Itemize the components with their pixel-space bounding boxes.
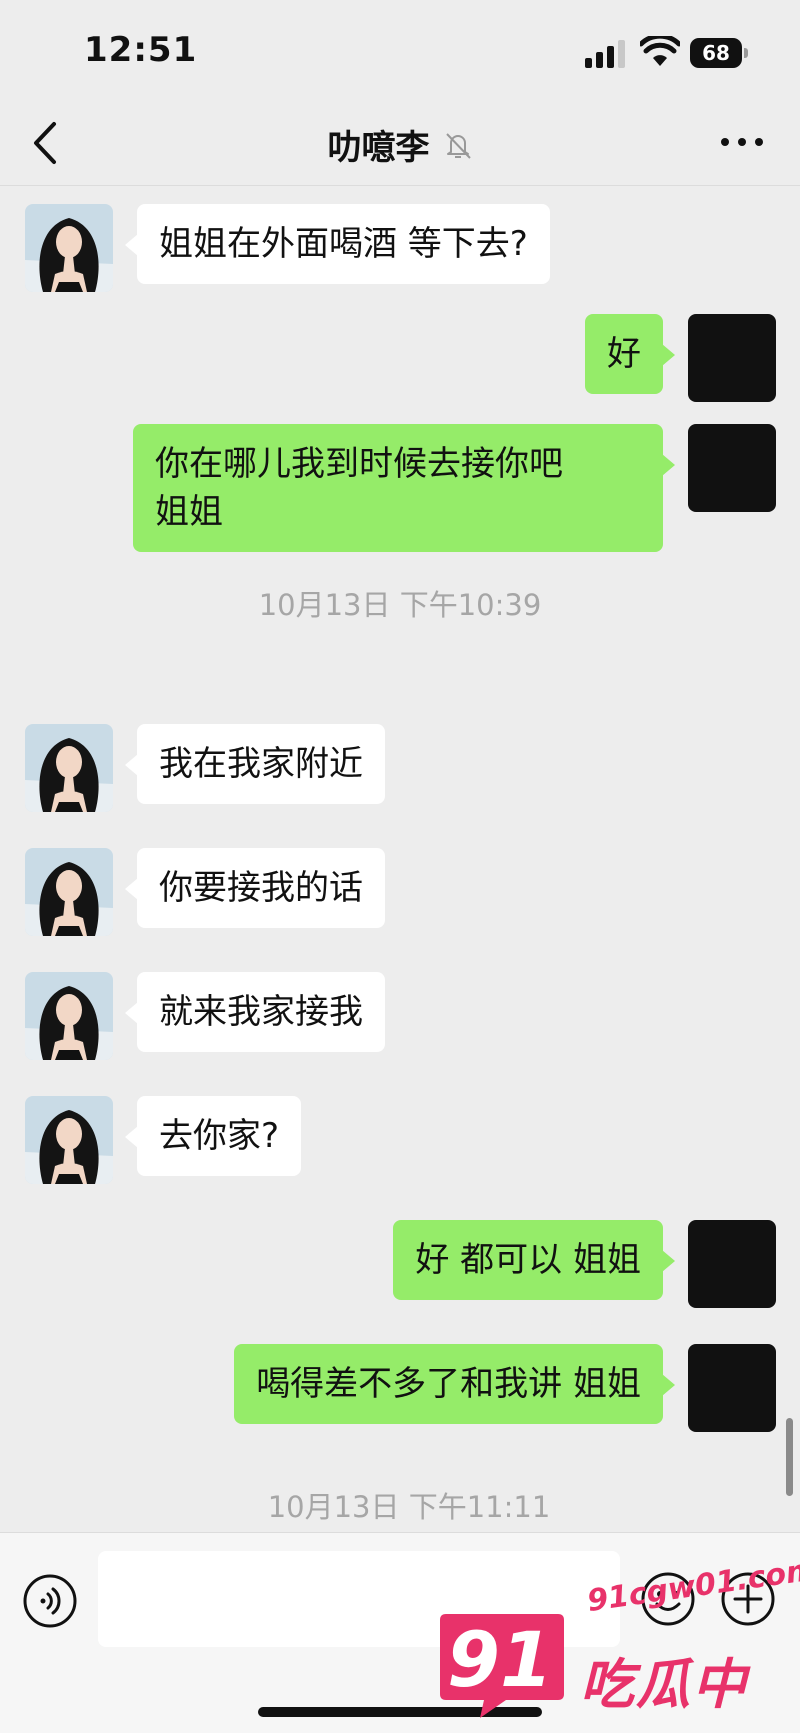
- contact-avatar[interactable]: [25, 972, 113, 1060]
- voice-icon[interactable]: [22, 1573, 78, 1629]
- scrollbar[interactable]: [786, 1418, 793, 1496]
- contact-avatar[interactable]: [25, 204, 113, 292]
- self-avatar[interactable]: [688, 424, 776, 512]
- outgoing-message[interactable]: 喝得差不多了和我讲 姐姐: [234, 1344, 675, 1424]
- cellular-signal-icon: [585, 40, 625, 68]
- watermark-logo-icon: 91: [440, 1614, 564, 1718]
- battery-icon: 68: [690, 38, 748, 68]
- incoming-message[interactable]: 就来我家接我: [125, 972, 385, 1052]
- watermark: 91 91cgw01.com 吃瓜中心: [430, 1552, 800, 1733]
- more-dots-icon[interactable]: [720, 132, 764, 152]
- outgoing-message[interactable]: 好: [585, 314, 675, 394]
- status-time: 12:51: [84, 30, 198, 70]
- self-avatar[interactable]: [688, 1220, 776, 1308]
- status-bar: 12:51 68: [0, 0, 800, 100]
- incoming-message[interactable]: 姐姐在外面喝酒 等下去?: [125, 204, 550, 284]
- outgoing-message[interactable]: 你在哪儿我到时候去接你吧 姐姐: [133, 424, 675, 552]
- wifi-icon: [640, 36, 680, 66]
- incoming-message[interactable]: 去你家?: [124, 1096, 302, 1176]
- incoming-message[interactable]: 你要接我的话: [125, 848, 385, 928]
- contact-avatar[interactable]: [25, 848, 113, 936]
- chat-title[interactable]: 叻噫李: [327, 128, 429, 168]
- self-avatar[interactable]: [688, 314, 776, 402]
- contact-avatar[interactable]: [25, 724, 113, 812]
- battery-level: 68: [690, 38, 742, 68]
- message-timestamp: 10月13日 下午10:39: [258, 588, 542, 622]
- watermark-number: 91: [447, 1615, 553, 1704]
- chat-header: 叻噫李: [0, 100, 800, 186]
- contact-avatar[interactable]: [25, 1096, 113, 1184]
- incoming-message[interactable]: 我在我家附近: [125, 724, 385, 804]
- outgoing-message[interactable]: 好 都可以 姐姐: [393, 1220, 675, 1300]
- self-avatar[interactable]: [688, 1344, 776, 1432]
- message-list[interactable]: 姐姐在外面喝酒 等下去? 好 你在哪儿我到时候去接你吧 姐姐 10月13日 下午…: [0, 186, 800, 1532]
- message-timestamp: 10月13日 下午11:11: [267, 1490, 551, 1524]
- bell-off-icon: [445, 132, 471, 159]
- watermark-text: 吃瓜中心: [580, 1653, 748, 1733]
